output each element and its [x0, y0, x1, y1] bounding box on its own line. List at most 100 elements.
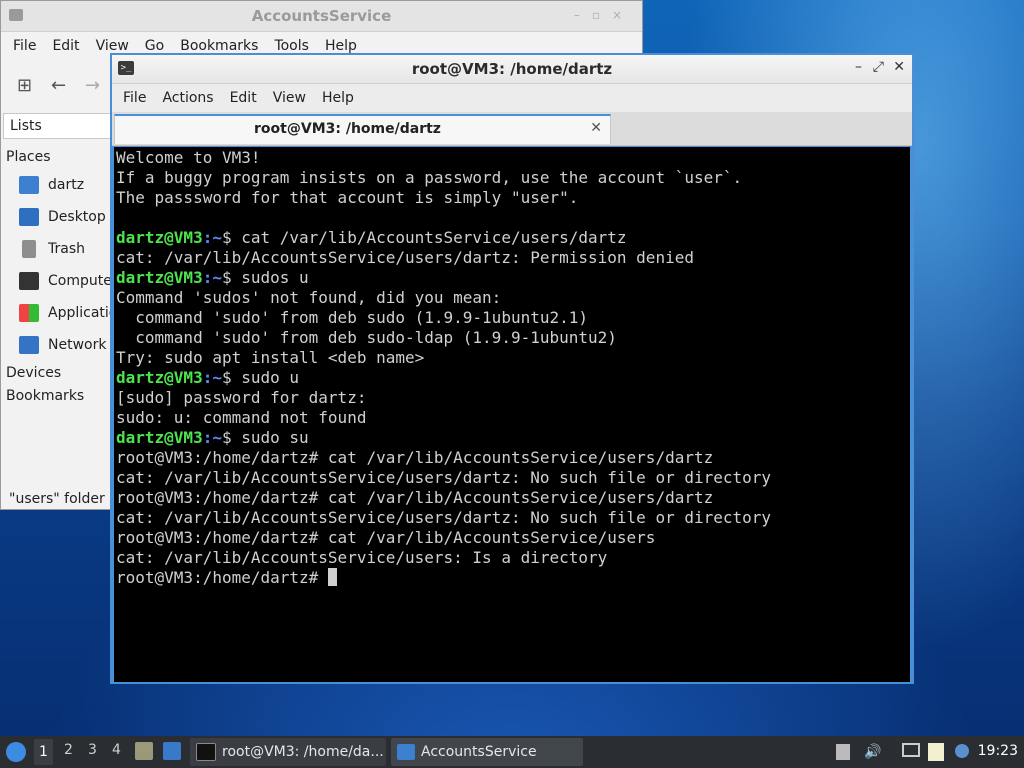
line-text: The passsword for that account is simply… [116, 188, 579, 207]
terminal-line: Command 'sudos' not found, did you mean: [116, 288, 910, 308]
terminal-window[interactable]: >_ root@VM3: /home/dartz – ⤢ ✕ File Acti… [110, 53, 914, 684]
terminal-line: If a buggy program insists on a password… [116, 168, 910, 188]
terminal-line: root@VM3:/home/dartz# cat /var/lib/Accou… [116, 488, 910, 508]
menu-file[interactable]: File [123, 90, 146, 106]
window-controls[interactable]: –▫× [574, 8, 634, 22]
network-icon[interactable] [902, 743, 920, 757]
notification-icon[interactable] [955, 744, 969, 758]
forward-arrow-icon[interactable]: → [85, 75, 100, 96]
line-text: Try: sudo apt install <deb name> [116, 348, 425, 367]
update-icon[interactable] [836, 744, 850, 760]
close-icon[interactable]: ✕ [893, 59, 905, 75]
file-manager-titlebar[interactable]: AccountsService –▫× [1, 1, 642, 32]
terminal-line: cat: /var/lib/AccountsService/users/dart… [116, 468, 910, 488]
task-label: root@VM3: /home/da... [222, 744, 384, 760]
line-text: If a buggy program insists on a password… [116, 168, 743, 187]
bookmarks-label: Bookmarks [6, 388, 85, 404]
menu-file[interactable]: File [13, 38, 36, 54]
minimize-icon[interactable]: – [855, 59, 862, 75]
sidebar-item-desktop[interactable]: Desktop [19, 208, 106, 226]
workspace-1[interactable]: 1 [34, 739, 53, 765]
sidebar-item-dartz[interactable]: dartz [19, 176, 84, 194]
terminal-titlebar[interactable]: >_ root@VM3: /home/dartz – ⤢ ✕ [112, 55, 912, 84]
menu-help[interactable]: Help [325, 38, 357, 54]
line-text: $ sudos u [221, 268, 309, 287]
sidebar-item-label: dartz [48, 177, 85, 193]
prompt-path: :~ [202, 428, 222, 447]
terminal-title: root@VM3: /home/dartz [411, 60, 613, 78]
sidebar-item-label: Trash [48, 241, 85, 257]
line-text: command 'sudo' from deb sudo (1.9.9-1ubu… [116, 308, 589, 327]
line-text: root@VM3:/home/dartz# cat /var/lib/Accou… [116, 448, 714, 467]
menu-edit[interactable]: Edit [230, 90, 257, 106]
tab-terminal[interactable]: root@VM3: /home/dartz ✕ [114, 114, 611, 144]
back-arrow-icon[interactable]: ← [51, 75, 66, 96]
terminal-line: Try: sudo apt install <deb name> [116, 348, 910, 368]
tab-label: root@VM3: /home/dartz [254, 121, 441, 137]
line-text: cat: /var/lib/AccountsService/users/dart… [116, 508, 772, 527]
file-manager-launcher-icon[interactable] [135, 742, 153, 760]
sidebar-mode-select[interactable]: Lists [3, 113, 111, 139]
terminal-menubar: File Actions Edit View Help [112, 84, 912, 112]
prompt-user: dartz@VM3 [116, 368, 203, 387]
sidebar-item-label: Network [48, 337, 107, 353]
menu-tools[interactable]: Tools [274, 38, 309, 54]
task-accountsservice[interactable]: AccountsService [391, 738, 583, 766]
terminal-line: dartz@VM3:~$ sudos u [116, 268, 910, 288]
line-text: sudo: u: command not found [116, 408, 367, 427]
prompt-path: :~ [202, 268, 222, 287]
terminal-line: [sudo] password for dartz: [116, 388, 910, 408]
volume-icon[interactable]: 🔊 [864, 744, 881, 760]
menu-actions[interactable]: Actions [162, 90, 213, 106]
maximize-icon[interactable]: ⤢ [873, 59, 884, 75]
terminal-line: sudo: u: command not found [116, 408, 910, 428]
menu-go[interactable]: Go [145, 38, 164, 54]
file-manager-toolbar: ⊞ ← → [1, 67, 111, 107]
desktop: AccountsService –▫× File Edit View Go Bo… [0, 0, 1024, 736]
line-text: cat: /var/lib/AccountsService/users: Is … [116, 548, 608, 567]
sidebar-item-label: Applicatio [48, 305, 118, 321]
sidebar-item-applications[interactable]: Applicatio [19, 304, 117, 322]
terminal-line: root@VM3:/home/dartz# cat /var/lib/Accou… [116, 528, 910, 548]
line-text: cat: /var/lib/AccountsService/users/dart… [116, 468, 772, 487]
task-terminal[interactable]: root@VM3: /home/da... [190, 738, 386, 766]
terminal-line: Welcome to VM3! [116, 148, 910, 168]
applications-icon [19, 304, 39, 322]
terminal-line: command 'sudo' from deb sudo-ldap (1.9.9… [116, 328, 910, 348]
line-text: command 'sudo' from deb sudo-ldap (1.9.9… [116, 328, 617, 347]
task-label: AccountsService [421, 744, 537, 760]
terminal-icon [196, 743, 216, 761]
menu-view[interactable]: View [96, 38, 129, 54]
line-text: $ sudo su [221, 428, 309, 447]
terminal-output[interactable]: Welcome to VM3! If a buggy program insist… [114, 147, 910, 682]
sidebar-item-network[interactable]: Network [19, 336, 106, 354]
workspace-4[interactable]: 4 [112, 742, 121, 758]
workspace-2[interactable]: 2 [64, 742, 73, 758]
trash-icon [22, 240, 36, 258]
menu-help[interactable]: Help [322, 90, 354, 106]
workspace-3[interactable]: 3 [88, 742, 97, 758]
line-text: root@VM3:/home/dartz# cat /var/lib/Accou… [116, 488, 714, 507]
sidebar-item-trash[interactable]: Trash [19, 240, 85, 258]
places-label: Places [6, 149, 51, 165]
prompt-user: dartz@VM3 [116, 228, 203, 247]
status-bar: "users" folder [9, 491, 105, 507]
line-text: $ cat /var/lib/AccountsService/users/dar… [221, 228, 627, 247]
clock[interactable]: 19:23 [978, 743, 1018, 759]
menu-view[interactable]: View [273, 90, 306, 106]
terminal-line: cat: /var/lib/AccountsService/users/dart… [116, 508, 910, 528]
app-menu-icon[interactable] [6, 742, 26, 762]
terminal-line: cat: /var/lib/AccountsService/users/dart… [116, 248, 910, 268]
desktop-icon [19, 208, 39, 226]
terminal-line: dartz@VM3:~$ sudo su [116, 428, 910, 448]
menu-bookmarks[interactable]: Bookmarks [180, 38, 258, 54]
new-window-icon[interactable]: ⊞ [17, 75, 32, 96]
terminal-line: root@VM3:/home/dartz# [116, 568, 910, 588]
sidebar-item-computer[interactable]: Compute [19, 272, 112, 290]
line-text: root@VM3:/home/dartz# cat /var/lib/Accou… [116, 528, 656, 547]
show-desktop-icon[interactable] [163, 742, 181, 760]
tab-close-icon[interactable]: ✕ [590, 120, 602, 136]
menu-edit[interactable]: Edit [52, 38, 79, 54]
clipboard-icon[interactable] [928, 743, 944, 761]
